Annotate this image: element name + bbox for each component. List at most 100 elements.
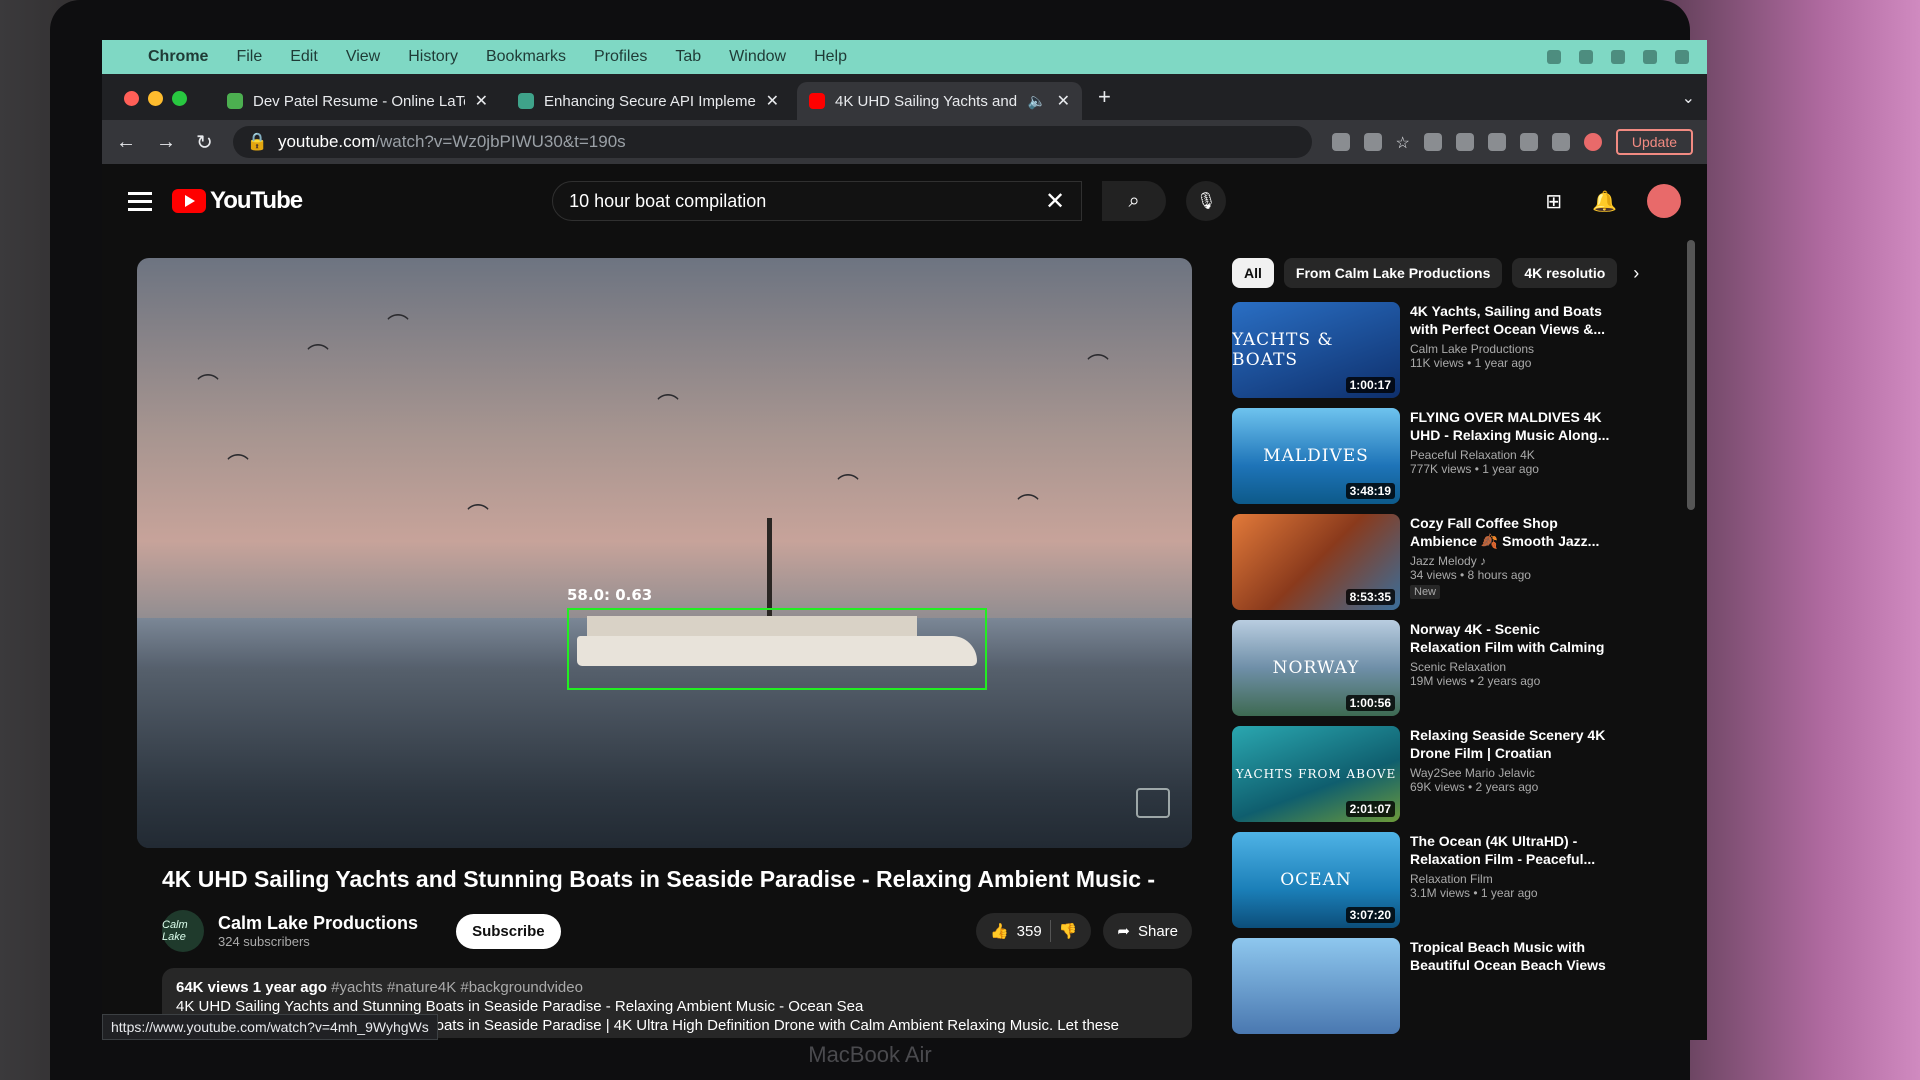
recommendation-channel[interactable]: Way2See Mario Jelavic (1410, 766, 1612, 780)
like-count[interactable]: 359 (1017, 923, 1042, 940)
thumbs-up-icon[interactable]: 👍 (990, 922, 1009, 940)
recommendation-title[interactable]: Norway 4K - Scenic Relaxation Film with … (1410, 620, 1612, 656)
menu-tab[interactable]: Tab (675, 48, 701, 66)
download-icon[interactable] (1519, 133, 1538, 151)
thumbs-down-icon[interactable]: 👎 (1059, 922, 1078, 940)
channel-avatar[interactable]: Calm Lake (162, 910, 204, 952)
notifications-bell-icon[interactable]: 🔔 (1592, 189, 1617, 214)
puzzle-icon[interactable] (1455, 133, 1474, 151)
menu-bookmarks[interactable]: Bookmarks (486, 48, 566, 66)
recommendation-item[interactable]: YACHTS & BOATS 1:00:17 4K Yachts, Sailin… (1232, 302, 1612, 404)
create-video-icon[interactable]: ⊞ (1545, 189, 1562, 214)
recommendation-title[interactable]: Tropical Beach Music with Beautiful Ocea… (1410, 938, 1612, 974)
minimize-window-button[interactable] (148, 91, 163, 106)
subscribe-button[interactable]: Subscribe (456, 913, 561, 949)
recommendation-channel[interactable]: Peaceful Relaxation 4K (1410, 448, 1612, 462)
video-thumbnail[interactable] (1232, 938, 1400, 1034)
extension-icon[interactable] (1331, 133, 1350, 151)
recommendation-meta: 777K views • 1 year ago (1410, 462, 1539, 476)
recommendation-item[interactable]: OCEAN 3:07:20 The Ocean (4K UltraHD) - R… (1232, 832, 1612, 934)
chip-from-channel[interactable]: From Calm Lake Productions (1283, 258, 1503, 288)
tab-title: 4K UHD Sailing Yachts and (835, 92, 1018, 110)
recommendation-title[interactable]: Relaxing Seaside Scenery 4K Drone Film |… (1410, 726, 1612, 762)
menu-help[interactable]: Help (814, 48, 847, 66)
menu-icon[interactable] (128, 191, 152, 211)
voice-search-button[interactable]: 🎙 (1186, 181, 1227, 221)
recommendation-channel[interactable]: Calm Lake Productions (1410, 342, 1612, 356)
youtube-logo[interactable]: YouTube (172, 187, 303, 215)
recommendation-title[interactable]: 4K Yachts, Sailing and Boats with Perfec… (1410, 302, 1612, 338)
update-button[interactable]: Update (1615, 129, 1693, 155)
hashtags[interactable]: #yachts #nature4K #backgroundvideo (331, 979, 583, 996)
profile-avatar[interactable] (1583, 133, 1602, 151)
video-player[interactable]: ⌒ ⌒ ⌒ ⌒ ⌒ ⌒ ⌒ ⌒ ⌒ 58.0: 0.63 (137, 258, 1192, 848)
laptop: Chrome File Edit View History Bookmarks … (50, 0, 1707, 1080)
menu-file[interactable]: File (236, 48, 262, 66)
status-icon[interactable] (1579, 50, 1593, 64)
menu-history[interactable]: History (408, 48, 458, 66)
recommendation-title[interactable]: The Ocean (4K UltraHD) - Relaxation Film… (1410, 832, 1612, 868)
close-tab-icon[interactable]: ✕ (766, 91, 779, 111)
clear-search-icon[interactable]: ✕ (1045, 187, 1065, 216)
tab-api[interactable]: Enhancing Secure API Impleme ✕ (506, 82, 791, 120)
tab-youtube[interactable]: 4K UHD Sailing Yachts and 🔈 ✕ (797, 82, 1082, 120)
close-tab-icon[interactable]: ✕ (475, 91, 488, 111)
video-thumbnail[interactable]: MALDIVES 3:48:19 (1232, 408, 1400, 504)
chevron-right-icon[interactable]: › (1633, 263, 1639, 284)
recommendation-title[interactable]: Cozy Fall Coffee Shop Ambience 🍂 Smooth … (1410, 514, 1612, 550)
close-tab-icon[interactable]: ✕ (1057, 91, 1070, 111)
video-thumbnail[interactable]: 8:53:35 (1232, 514, 1400, 610)
lock-icon[interactable]: 🔒 (247, 132, 268, 152)
video-title: 4K UHD Sailing Yachts and Stunning Boats… (162, 866, 1162, 892)
recommendation-item[interactable]: NORWAY 1:00:56 Norway 4K - Scenic Relaxa… (1232, 620, 1612, 722)
recommendation-item[interactable]: MALDIVES 3:48:19 FLYING OVER MALDIVES 4K… (1232, 408, 1612, 510)
menu-app-name[interactable]: Chrome (148, 48, 208, 66)
chip-all[interactable]: All (1232, 258, 1274, 288)
video-thumbnail[interactable]: YACHTS FROM ABOVE 2:01:07 (1232, 726, 1400, 822)
account-avatar[interactable] (1647, 184, 1681, 218)
extension-icon[interactable] (1363, 133, 1382, 151)
status-icon[interactable] (1675, 50, 1689, 64)
bookmark-star-icon[interactable]: ☆ (1396, 133, 1410, 152)
channel-name[interactable]: Calm Lake Productions (218, 913, 418, 934)
status-icon[interactable] (1643, 50, 1657, 64)
chip-4k[interactable]: 4K resolutio (1512, 258, 1618, 288)
recommendation-channel[interactable]: Scenic Relaxation (1410, 660, 1612, 674)
menu-edit[interactable]: Edit (290, 48, 318, 66)
recommendation-channel[interactable]: Relaxation Film (1410, 872, 1612, 886)
video-thumbnail[interactable]: OCEAN 3:07:20 (1232, 832, 1400, 928)
recommendation-item[interactable]: YACHTS FROM ABOVE 2:01:07 Relaxing Seasi… (1232, 726, 1612, 828)
forward-arrow-icon[interactable]: → (156, 131, 176, 154)
recommendation-channel[interactable]: Jazz Melody ♪ (1410, 554, 1612, 568)
recommendation-title[interactable]: FLYING OVER MALDIVES 4K UHD - Relaxing M… (1410, 408, 1612, 444)
menu-window[interactable]: Window (729, 48, 786, 66)
search-input[interactable]: 10 hour boat compilation ✕ (552, 181, 1083, 221)
menu-profiles[interactable]: Profiles (594, 48, 647, 66)
close-window-button[interactable] (124, 91, 139, 106)
channel-watermark-icon[interactable] (1136, 788, 1170, 818)
video-thumbnail[interactable]: NORWAY 1:00:56 (1232, 620, 1400, 716)
sidepanel-icon[interactable] (1551, 133, 1570, 151)
tab-search-chevron-icon[interactable]: ⌄ (1682, 88, 1695, 108)
status-icon[interactable] (1611, 50, 1625, 64)
extension-icon[interactable] (1423, 133, 1442, 151)
recommendation-item[interactable]: 8:53:35 Cozy Fall Coffee Shop Ambience 🍂… (1232, 514, 1612, 616)
seagull: ⌒ (1087, 353, 1110, 378)
sidebar-scrollbar[interactable] (1687, 240, 1695, 510)
share-button[interactable]: ➦ Share (1103, 913, 1192, 949)
zoom-window-button[interactable] (172, 91, 187, 106)
menu-view[interactable]: View (346, 48, 380, 66)
tab-title: Enhancing Secure API Impleme (544, 92, 756, 110)
tab-resume[interactable]: Dev Patel Resume - Online LaTeX ✕ (215, 82, 500, 120)
subscriber-count: 324 subscribers (218, 934, 310, 949)
new-tab-icon[interactable]: + (1098, 84, 1111, 110)
extension-icon[interactable] (1487, 133, 1506, 151)
search-button[interactable]: ⌕ (1102, 181, 1167, 221)
video-thumbnail[interactable]: YACHTS & BOATS 1:00:17 (1232, 302, 1400, 398)
address-bar[interactable]: 🔒 youtube.com/watch?v=Wz0jbPIWU30&t=190s (232, 126, 1312, 158)
status-icon[interactable] (1547, 50, 1561, 64)
recommendation-item[interactable]: Tropical Beach Music with Beautiful Ocea… (1232, 938, 1612, 1040)
back-arrow-icon[interactable]: ← (116, 131, 136, 154)
speaker-icon[interactable]: 🔈 (1028, 92, 1047, 110)
reload-icon[interactable]: ↻ (196, 130, 213, 155)
